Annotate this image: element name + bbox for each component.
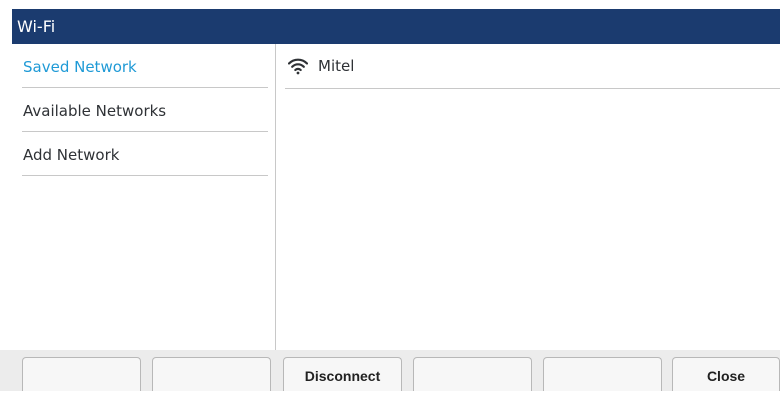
sidebar-item-add-network[interactable]: Add Network <box>22 132 268 176</box>
network-name: Mitel <box>318 57 355 75</box>
softkey-2[interactable] <box>152 357 271 391</box>
network-list: Mitel <box>285 44 780 89</box>
disconnect-button[interactable]: Disconnect <box>283 357 402 391</box>
window-title-bar: Wi-Fi <box>12 9 780 44</box>
close-button[interactable]: Close <box>672 357 780 391</box>
sidebar: Saved Network Available Networks Add Net… <box>22 44 268 176</box>
softkey-4[interactable] <box>413 357 532 391</box>
wifi-icon <box>287 57 309 75</box>
window-title: Wi-Fi <box>17 17 56 36</box>
sidebar-item-saved-network[interactable]: Saved Network <box>22 44 268 88</box>
pane-divider <box>275 44 276 350</box>
sidebar-item-available-networks[interactable]: Available Networks <box>22 88 268 132</box>
softkey-1[interactable] <box>22 357 141 391</box>
softkey-bar: Disconnect Close <box>0 350 780 391</box>
softkey-5[interactable] <box>543 357 662 391</box>
network-row-mitel[interactable]: Mitel <box>285 44 780 89</box>
